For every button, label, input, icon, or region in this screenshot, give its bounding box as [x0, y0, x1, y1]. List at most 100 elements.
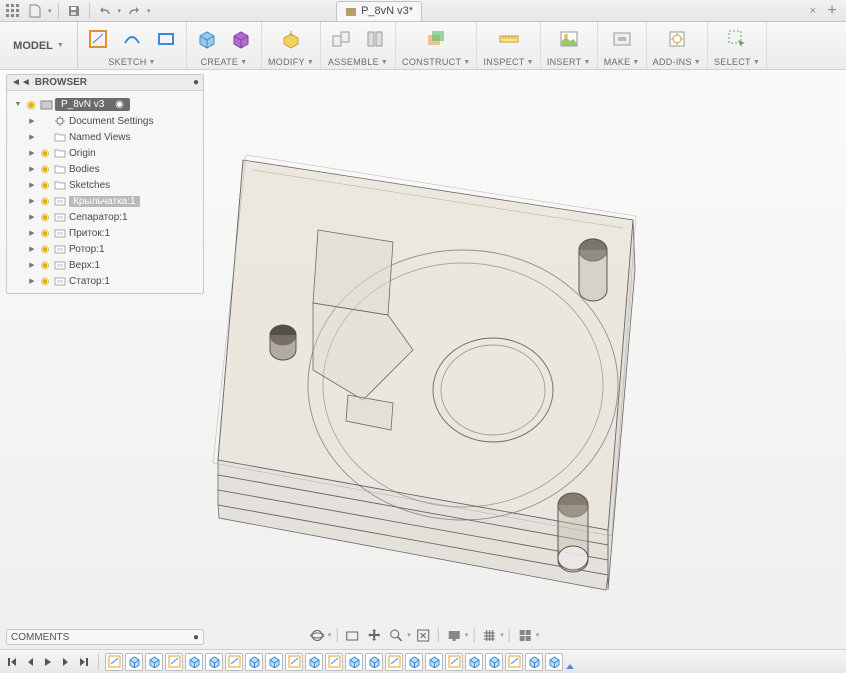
bulb-icon[interactable]: ◉: [39, 147, 51, 159]
tree-toggle-icon[interactable]: [27, 260, 37, 270]
bulb-icon[interactable]: ◉: [39, 243, 51, 255]
press-pull-button[interactable]: [277, 25, 305, 53]
extrude-button[interactable]: [227, 25, 255, 53]
tree-toggle-icon[interactable]: [27, 244, 37, 254]
viewports-button[interactable]: [515, 625, 535, 645]
tab-add-icon[interactable]: +: [822, 2, 842, 20]
timeline-feature-extrude[interactable]: [365, 653, 383, 671]
redo-icon[interactable]: [125, 2, 143, 20]
timeline-feature-extrude[interactable]: [545, 653, 563, 671]
zoom-button[interactable]: [386, 625, 406, 645]
panel-assemble-label[interactable]: ASSEMBLE▼: [328, 57, 388, 67]
line-tool-button[interactable]: [118, 25, 146, 53]
tree-toggle-icon[interactable]: [27, 276, 37, 286]
undo-icon[interactable]: [96, 2, 114, 20]
timeline-feature-extrude[interactable]: [425, 653, 443, 671]
timeline-feature-extrude[interactable]: [305, 653, 323, 671]
look-at-button[interactable]: [342, 625, 362, 645]
box-button[interactable]: [193, 25, 221, 53]
tree-node[interactable]: ◉Sketches: [23, 177, 201, 193]
tree-node[interactable]: ◉Приток:1: [23, 225, 201, 241]
orbit-dd-icon[interactable]: ▾: [328, 631, 332, 639]
browser-collapse-icon[interactable]: ◄◄: [11, 77, 31, 88]
timeline-feature-extrude[interactable]: [345, 653, 363, 671]
fit-button[interactable]: [413, 625, 433, 645]
browser-pin-icon[interactable]: ●: [193, 77, 199, 88]
tab-close-icon[interactable]: ×: [808, 5, 818, 17]
offset-plane-button[interactable]: [422, 25, 450, 53]
activate-radio-icon[interactable]: ◉: [115, 99, 124, 110]
timeline-marker[interactable]: [565, 654, 575, 670]
timeline-feature-extrude[interactable]: [485, 653, 503, 671]
timeline-feature-extrude[interactable]: [465, 653, 483, 671]
timeline-feature-extrude[interactable]: [245, 653, 263, 671]
create-sketch-button[interactable]: [84, 25, 112, 53]
panel-modify-label[interactable]: MODIFY▼: [268, 57, 314, 67]
comments-panel[interactable]: COMMENTS ●: [6, 629, 204, 645]
new-file-icon[interactable]: [26, 2, 44, 20]
panel-select-label[interactable]: SELECT▼: [714, 57, 760, 67]
timeline-go-end-button[interactable]: [76, 654, 92, 670]
panel-sketch-label[interactable]: SKETCH▼: [108, 57, 156, 67]
bulb-icon[interactable]: ◉: [25, 98, 37, 110]
select-button[interactable]: [723, 25, 751, 53]
undo-dd-icon[interactable]: ▾: [118, 7, 122, 15]
grid-snap-button[interactable]: [479, 625, 499, 645]
timeline-feature-sketch[interactable]: [225, 653, 243, 671]
save-icon[interactable]: [65, 2, 83, 20]
timeline-play-button[interactable]: [40, 654, 56, 670]
timeline-feature-sketch[interactable]: [505, 653, 523, 671]
tree-node[interactable]: ◉Верх:1: [23, 257, 201, 273]
apps-grid-icon[interactable]: [4, 2, 22, 20]
root-component-label[interactable]: P_8vN v3 ◉: [55, 98, 130, 111]
timeline-feature-extrude[interactable]: [405, 653, 423, 671]
timeline-feature-sketch[interactable]: [105, 653, 123, 671]
timeline-feature-sketch[interactable]: [385, 653, 403, 671]
timeline-feature-extrude[interactable]: [525, 653, 543, 671]
pan-button[interactable]: [364, 625, 384, 645]
display-dd-icon[interactable]: ▾: [465, 631, 469, 639]
bulb-icon[interactable]: ◉: [39, 195, 51, 207]
zoom-dd-icon[interactable]: ▾: [407, 631, 411, 639]
grid-dd-icon[interactable]: ▾: [500, 631, 504, 639]
timeline-feature-extrude[interactable]: [145, 653, 163, 671]
tree-node[interactable]: Document Settings: [23, 113, 201, 129]
tree-toggle-icon[interactable]: [27, 116, 37, 126]
panel-construct-label[interactable]: CONSTRUCT▼: [402, 57, 470, 67]
tree-toggle-icon[interactable]: [27, 196, 37, 206]
insert-decal-button[interactable]: [555, 25, 583, 53]
joint-button[interactable]: [361, 25, 389, 53]
timeline-feature-extrude[interactable]: [205, 653, 223, 671]
panel-addins-label[interactable]: ADD-INS▼: [653, 57, 701, 67]
bulb-icon[interactable]: ◉: [39, 275, 51, 287]
tree-toggle-icon[interactable]: [27, 148, 37, 158]
new-component-button[interactable]: [327, 25, 355, 53]
timeline-go-start-button[interactable]: [4, 654, 20, 670]
tree-toggle-icon[interactable]: [27, 228, 37, 238]
tree-node[interactable]: ◉Ротор:1: [23, 241, 201, 257]
comments-pin-icon[interactable]: ●: [193, 632, 199, 643]
timeline-step-back-button[interactable]: [22, 654, 38, 670]
timeline-feature-sketch[interactable]: [445, 653, 463, 671]
tree-node[interactable]: ◉Origin: [23, 145, 201, 161]
tree-node[interactable]: ◉Bodies: [23, 161, 201, 177]
tree-node[interactable]: ◉Статор:1: [23, 273, 201, 289]
workspace-switcher[interactable]: MODEL ▼: [7, 36, 70, 56]
panel-make-label[interactable]: MAKE▼: [604, 57, 640, 67]
bulb-icon[interactable]: ◉: [39, 259, 51, 271]
tree-node[interactable]: ◉Крыльчатка:1: [23, 193, 201, 209]
measure-button[interactable]: [495, 25, 523, 53]
document-tab[interactable]: P_8vN v3*: [336, 1, 422, 21]
tree-node[interactable]: ◉Сепаратор:1: [23, 209, 201, 225]
timeline-feature-sketch[interactable]: [165, 653, 183, 671]
tree-toggle-icon[interactable]: [27, 132, 37, 142]
timeline-feature-sketch[interactable]: [285, 653, 303, 671]
panel-create-label[interactable]: CREATE▼: [201, 57, 248, 67]
3d-print-button[interactable]: [608, 25, 636, 53]
new-file-dd-icon[interactable]: ▾: [48, 7, 52, 15]
rectangle-tool-button[interactable]: [152, 25, 180, 53]
timeline-feature-extrude[interactable]: [185, 653, 203, 671]
bulb-icon[interactable]: ◉: [39, 179, 51, 191]
bulb-icon[interactable]: ◉: [39, 227, 51, 239]
orbit-button[interactable]: [307, 625, 327, 645]
